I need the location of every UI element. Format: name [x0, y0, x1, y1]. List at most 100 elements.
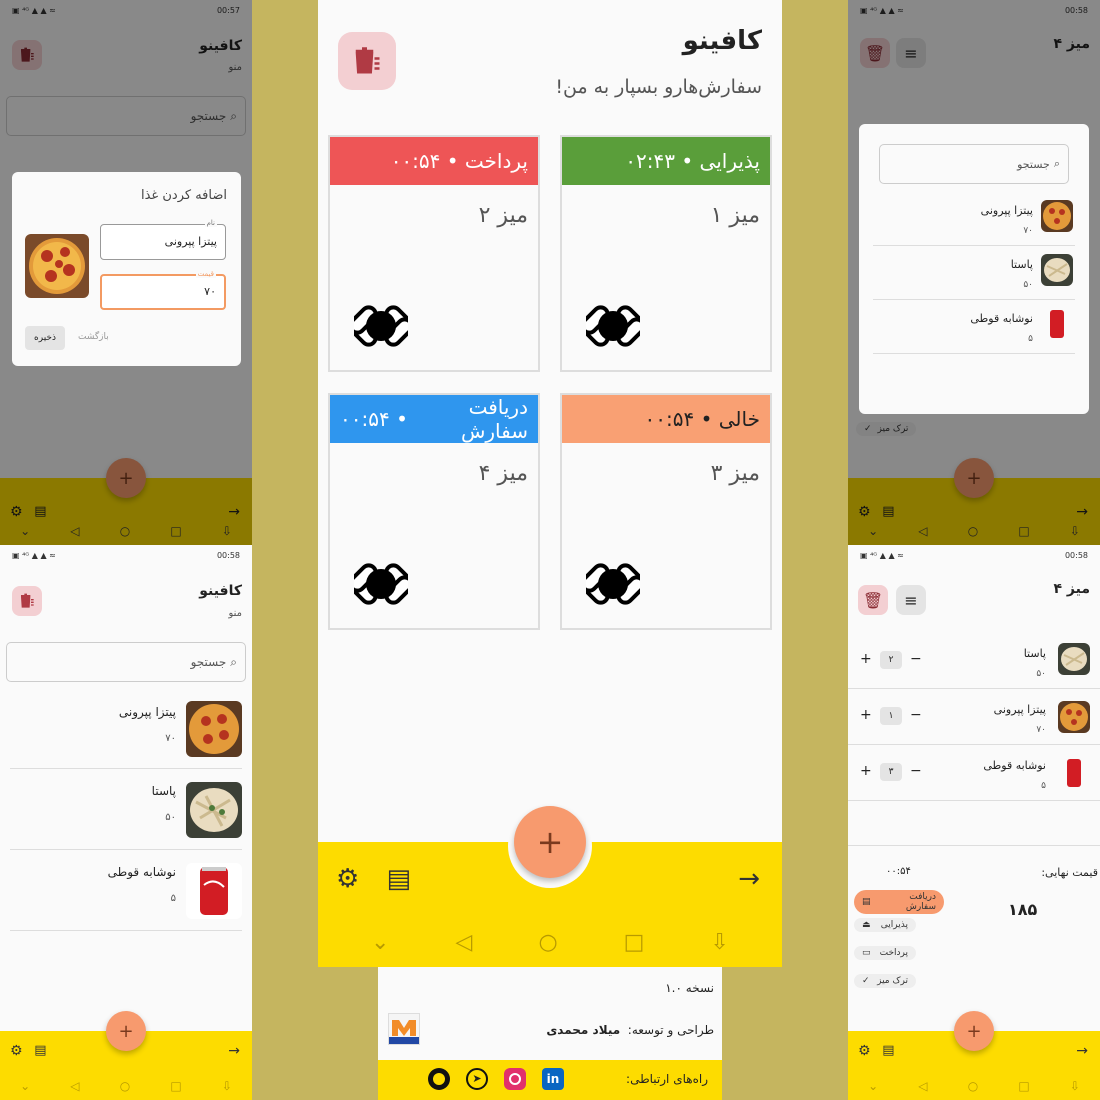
trash-button[interactable]	[12, 586, 42, 616]
quantity-badge: ۳	[880, 763, 902, 781]
save-button[interactable]: ذخیره	[25, 326, 65, 350]
leave-table-chip[interactable]: ترک میز ✓	[856, 422, 917, 436]
list-item[interactable]: پاستا ۵۰	[873, 248, 1075, 300]
system-nav-bar: ⌄ ◁ ○ □ ⇩	[318, 922, 782, 962]
nav-hide-icon[interactable]: ⇩	[222, 1079, 232, 1093]
list-item[interactable]: پیتزا پپرونی ۷۰	[873, 194, 1075, 246]
linkedin-icon[interactable]: in	[542, 1068, 564, 1090]
status-chip-ordering[interactable]: دریافت سفارش ▤	[854, 890, 944, 914]
nav-home-icon[interactable]: ○	[120, 1079, 130, 1093]
about-card: نسخه ۱.۰ طراحی و توسعه: میلاد محمدی راه‌…	[378, 967, 722, 1100]
nav-home-icon[interactable]: ○	[120, 524, 130, 538]
nav-back-icon[interactable]: ◁	[918, 524, 927, 538]
credit-card-icon: ▭	[862, 948, 871, 958]
decrement-button[interactable]: −	[910, 651, 922, 667]
telegram-icon[interactable]: ➤	[466, 1068, 488, 1090]
menu-book-icon[interactable]: ▤	[882, 504, 894, 519]
search-input[interactable]: ⌕ جستجو	[879, 144, 1069, 184]
nav-collapse-icon[interactable]: ⌄	[868, 1079, 878, 1093]
nav-recents-icon[interactable]: □	[1018, 524, 1029, 538]
table-status-header: پرداخت • ۰۰:۵۴	[330, 137, 538, 185]
nav-home-icon[interactable]: ○	[968, 1079, 978, 1093]
app-title: کافینو	[199, 583, 242, 599]
list-item[interactable]: پاستا ۵۰	[10, 778, 242, 850]
order-title: میز ۴	[1053, 581, 1090, 597]
table-icon	[354, 563, 408, 605]
settings-icon[interactable]: ⚙	[336, 864, 359, 894]
decrement-button[interactable]: −	[910, 707, 922, 723]
nav-home-icon[interactable]: ○	[538, 930, 557, 955]
sort-button[interactable]: ≡	[896, 585, 926, 615]
trash-button[interactable]	[338, 32, 396, 90]
search-icon: ⌕	[230, 654, 237, 669]
increment-button[interactable]: +	[860, 651, 872, 667]
add-fab[interactable]: +	[106, 458, 146, 498]
trash-button[interactable]: 🗑	[858, 585, 888, 615]
nav-collapse-icon[interactable]: ⌄	[371, 930, 389, 955]
nav-hide-icon[interactable]: ⇩	[222, 524, 232, 538]
table-card-3[interactable]: خالی • ۰۰:۵۴ میز ۳	[560, 393, 772, 630]
add-fab[interactable]: +	[954, 1011, 994, 1051]
nav-hide-icon[interactable]: ⇩	[1070, 1079, 1080, 1093]
menu-book-icon[interactable]: ▤	[34, 504, 46, 519]
instagram-icon[interactable]	[504, 1068, 526, 1090]
table-icon	[586, 563, 640, 605]
arrow-right-icon[interactable]: →	[228, 504, 240, 520]
nav-collapse-icon[interactable]: ⌄	[868, 524, 878, 538]
add-fab[interactable]: +	[954, 458, 994, 498]
name-field[interactable]: نام پیتزا پپرونی	[100, 219, 226, 260]
increment-button[interactable]: +	[860, 763, 872, 779]
status-chip-leave[interactable]: ترک میز ✓	[854, 974, 916, 988]
arrow-right-icon[interactable]: →	[738, 864, 760, 894]
arrow-right-icon[interactable]: →	[1076, 1043, 1088, 1059]
nav-collapse-icon[interactable]: ⌄	[20, 1079, 30, 1093]
github-icon[interactable]	[428, 1068, 450, 1090]
developer-credit: طراحی و توسعه: میلاد محمدی	[546, 1023, 714, 1037]
increment-button[interactable]: +	[860, 707, 872, 723]
back-button[interactable]: بازگشت	[78, 332, 109, 342]
add-fab[interactable]: +	[514, 806, 586, 878]
list-item[interactable]: نوشابه قوطی ۵	[873, 302, 1075, 354]
list-item[interactable]: نوشابه قوطی ۵	[10, 859, 242, 931]
status-chip-payment[interactable]: پرداخت ▭	[854, 946, 916, 960]
nav-recents-icon[interactable]: □	[170, 1079, 181, 1093]
nav-collapse-icon[interactable]: ⌄	[20, 524, 30, 538]
nav-recents-icon[interactable]: □	[1018, 1079, 1029, 1093]
nav-home-icon[interactable]: ○	[968, 524, 978, 538]
settings-icon[interactable]: ⚙	[10, 504, 23, 520]
nav-back-icon[interactable]: ◁	[70, 524, 79, 538]
table-name: میز ۳	[710, 461, 760, 486]
nav-back-icon[interactable]: ◁	[70, 1079, 79, 1093]
menu-book-icon[interactable]: ▤	[34, 1043, 46, 1058]
nav-back-icon[interactable]: ◁	[455, 930, 472, 955]
price-field[interactable]: قیمت ۷۰	[100, 270, 226, 310]
search-input[interactable]: ⌕ جستجو	[6, 642, 246, 682]
menu-book-icon[interactable]: ▤	[882, 1043, 894, 1058]
table-card-1[interactable]: پذیرایی • ۰۲:۴۳ میز ۱	[560, 135, 772, 372]
add-fab[interactable]: +	[106, 1011, 146, 1051]
settings-icon[interactable]: ⚙	[10, 1043, 23, 1059]
arrow-right-icon[interactable]: →	[228, 1043, 240, 1059]
table-name: میز ۴	[478, 461, 528, 486]
order-row: پاستا ۵۰ + ۲ −	[848, 633, 1100, 689]
table-card-4[interactable]: دریافت سفارش • ۰۰:۵۴ میز ۴	[328, 393, 540, 630]
app-title: کافینو	[682, 26, 762, 56]
trash-icon: 🗑	[862, 590, 884, 610]
nav-recents-icon[interactable]: □	[170, 524, 181, 538]
list-item[interactable]: پیتزا پپرونی ۷۰	[10, 697, 242, 769]
status-chip-serving[interactable]: پذیرایی ⏏	[854, 918, 916, 932]
settings-icon[interactable]: ⚙	[858, 504, 871, 520]
nav-hide-icon[interactable]: ⇩	[711, 930, 729, 955]
settings-icon[interactable]: ⚙	[858, 1043, 871, 1059]
table-card-2[interactable]: پرداخت • ۰۰:۵۴ میز ۲	[328, 135, 540, 372]
nav-back-icon[interactable]: ◁	[918, 1079, 927, 1093]
nav-hide-icon[interactable]: ⇩	[1070, 524, 1080, 538]
elapsed-time: ۰۰:۵۴	[886, 866, 911, 877]
nav-recents-icon[interactable]: □	[624, 930, 645, 955]
arrow-right-icon[interactable]: →	[1076, 504, 1088, 520]
order-row: نوشابه قوطی ۵ + ۳ −	[848, 745, 1100, 801]
table-status-header: دریافت سفارش • ۰۰:۵۴	[330, 395, 538, 443]
menu-book-icon[interactable]: ▤	[386, 864, 411, 894]
decrement-button[interactable]: −	[910, 763, 922, 779]
table-status-header: پذیرایی • ۰۲:۴۳	[562, 137, 770, 185]
